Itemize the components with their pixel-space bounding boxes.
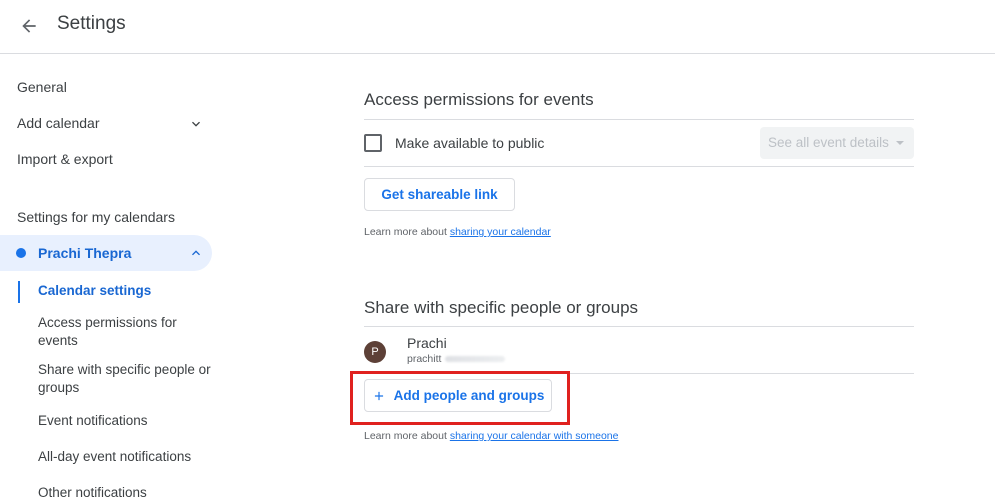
- arrow-back-icon: [22, 19, 36, 33]
- sidebar-item-add-calendar[interactable]: Add calendar: [17, 115, 100, 131]
- event-details-select[interactable]: See all event details: [760, 127, 914, 159]
- sidebar-item-import-export[interactable]: Import & export: [17, 151, 113, 167]
- app-header: Settings: [0, 0, 995, 54]
- avatar: P: [364, 341, 386, 363]
- sub-item-access-permissions[interactable]: Access permissions for events: [38, 314, 213, 350]
- sub-item-share-specific[interactable]: Share with specific people or groups: [38, 361, 213, 397]
- divider: [364, 326, 914, 327]
- active-indicator: [18, 281, 20, 303]
- sidebar: General Add calendar Import & export Set…: [0, 55, 225, 503]
- dropdown-arrow-icon: [896, 141, 904, 145]
- sharing-calendar-link[interactable]: sharing your calendar: [450, 226, 551, 238]
- sub-item-event-notifications[interactable]: Event notifications: [38, 412, 213, 430]
- divider: [364, 119, 914, 120]
- sharing-with-someone-link[interactable]: sharing your calendar with someone: [450, 430, 619, 442]
- chevron-up-icon[interactable]: [188, 245, 204, 261]
- plus-icon: [374, 391, 383, 400]
- my-calendars-heading: Settings for my calendars: [17, 209, 175, 225]
- divider: [364, 373, 914, 374]
- redacted-text: [445, 356, 506, 363]
- public-checkbox[interactable]: [364, 134, 382, 152]
- calendar-name: Prachi Thepra: [38, 245, 132, 261]
- divider: [364, 166, 914, 167]
- sub-item-all-day-notifications[interactable]: All-day event notifications: [38, 448, 213, 466]
- share-specific-title: Share with specific people or groups: [364, 298, 639, 317]
- add-people-label: Add people and groups: [393, 388, 545, 403]
- sidebar-item-calendar[interactable]: Prachi Thepra: [0, 235, 212, 271]
- page-title: Settings: [57, 13, 126, 34]
- chevron-down-icon[interactable]: [188, 116, 204, 132]
- access-permissions-title: Access permissions for events: [364, 90, 594, 109]
- person-email: prachitt: [407, 353, 506, 365]
- public-checkbox-label: Make available to public: [395, 135, 545, 151]
- sidebar-item-general[interactable]: General: [17, 79, 67, 95]
- person-name: Prachi: [407, 335, 447, 351]
- add-people-button[interactable]: Add people and groups: [364, 379, 552, 412]
- learn-more-sharing: Learn more about sharing your calendar: [364, 226, 551, 238]
- learn-more-sharing-someone: Learn more about sharing your calendar w…: [364, 430, 619, 442]
- select-value: See all event details: [768, 135, 889, 150]
- calendar-color-dot: [16, 248, 26, 258]
- sub-item-other-notifications[interactable]: Other notifications: [38, 484, 213, 502]
- back-button[interactable]: [14, 11, 44, 41]
- sub-item-calendar-settings[interactable]: Calendar settings: [38, 282, 213, 300]
- get-shareable-link-button[interactable]: Get shareable link: [364, 178, 515, 211]
